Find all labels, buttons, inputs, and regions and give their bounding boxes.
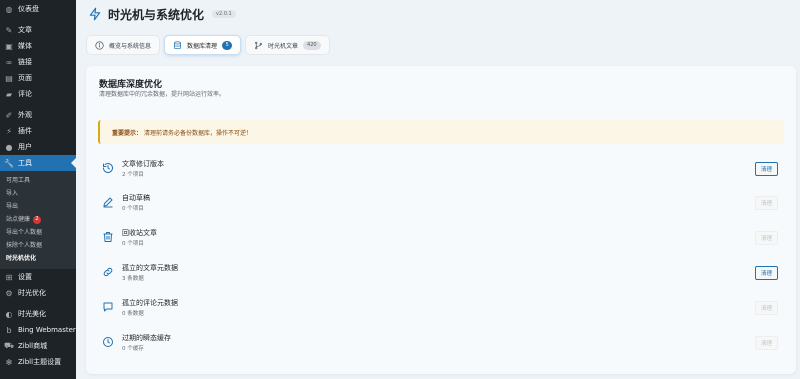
history-icon: [103, 163, 113, 173]
cleanup-row-orphan-postmeta: 孤立的文章元数据 3 条数据 清理: [98, 258, 784, 286]
admin-sidebar: ◍ 仪表盘 ✎ 文章 ▣ 媒体 ∞ 链接 ▤ 页面 ▰ 评论 ✐ 外观 ⚡ 插件 ● 用户 🔧 工具…: [0, 0, 76, 379]
database-icon: [174, 40, 181, 49]
cleanup-button[interactable]: 清理: [755, 196, 778, 210]
sidebar-item-links[interactable]: ∞ 链接: [0, 54, 76, 70]
tab-count-badge: 5: [222, 40, 233, 50]
sidebar-item-tools[interactable]: 🔧 工具: [0, 155, 76, 171]
submenu-export[interactable]: 导出: [0, 200, 76, 213]
submenu-export-personal-data[interactable]: 导出个人数据: [0, 226, 76, 239]
bing-icon: b: [6, 325, 12, 335]
notice-text: 清理前请务必备份数据库，操作不可逆！: [144, 129, 253, 137]
cleanup-button[interactable]: 清理: [755, 162, 778, 176]
sidebar-item-zibll-settings[interactable]: ✻ Zibll主题设置: [0, 354, 76, 370]
sidebar-item-plugins[interactable]: ⚡ 插件: [0, 123, 76, 139]
submenu-site-health[interactable]: 站点健康 2: [0, 213, 76, 226]
sidebar-item-zibll-shop[interactable]: ⛟ Zibll商城: [0, 338, 76, 354]
pencil-icon: [103, 197, 113, 208]
info-icon: [95, 40, 104, 50]
database-optimize-card: 数据库深度优化 清理数据库中的冗余数据，提升网站运行效率。 重要提示： 清理前请…: [86, 66, 796, 374]
dashboard-icon: ◍: [5, 4, 13, 14]
cleanup-row-expired-transients: 过期的瞬态缓存 0 个缓存 清理: [98, 328, 784, 356]
page-icon: ▤: [5, 73, 13, 83]
sidebar-item-time-optimize[interactable]: ⚙ 时光优化: [0, 285, 76, 301]
settings-icon: ⊞: [5, 272, 13, 282]
bolt-icon: [89, 7, 101, 21]
branch-icon: [255, 41, 262, 49]
tab-database-cleanup[interactable]: 数据库清理 5: [164, 35, 242, 55]
sidebar-item-users[interactable]: ● 用户: [0, 139, 76, 155]
user-icon: ●: [5, 142, 13, 152]
version-badge: v2.0.1: [212, 10, 236, 18]
site-health-badge: 2: [33, 215, 42, 224]
sidebar-item-time-beautify[interactable]: ◐ 时光美化: [0, 306, 76, 322]
row-count: 0 个缓存: [122, 345, 144, 352]
warning-notice: 重要提示： 清理前请务必备份数据库，操作不可逆！: [98, 120, 784, 144]
cleanup-row-trash: 回收站文章 0 个项目 清理: [98, 223, 784, 251]
plugin-icon: ⚡: [6, 126, 12, 136]
cleanup-row-revisions: 文章修订版本 2 个项目 清理: [98, 154, 784, 182]
sidebar-item-bing-webmaster[interactable]: b Bing Webmaster: [0, 322, 76, 338]
row-title: 回收站文章: [122, 228, 157, 237]
sidebar-item-settings[interactable]: ⊞ 设置: [0, 269, 76, 285]
cleanup-button[interactable]: 清理: [755, 231, 778, 245]
submenu-erase-personal-data[interactable]: 抹除个人数据: [0, 239, 76, 252]
submenu-available-tools[interactable]: 可用工具: [0, 174, 76, 187]
wrench-icon: 🔧: [4, 158, 14, 168]
row-title: 自动草稿: [122, 193, 150, 202]
row-title: 文章修订版本: [122, 159, 164, 168]
gear-icon: ⚙: [5, 288, 13, 298]
page-title: 时光机与系统优化: [108, 7, 205, 22]
pin-icon: ✎: [5, 25, 13, 35]
cog-icon: ✻: [5, 357, 13, 367]
cleanup-row-auto-drafts: 自动草稿 0 个项目 清理: [98, 188, 784, 216]
row-count: 0 个项目: [122, 205, 144, 212]
row-count: 0 条数据: [122, 310, 144, 317]
tab-bar: 概览与系统信息 数据库清理 5 时光机文章 420: [86, 35, 330, 55]
comment-icon: [103, 302, 113, 312]
brush-icon: ✐: [5, 110, 13, 120]
row-title: 孤立的评论元数据: [122, 298, 178, 307]
cart-icon: ⛟: [3, 341, 15, 350]
notice-strong: 重要提示：: [112, 129, 143, 137]
tab-count-badge: 420: [303, 40, 321, 50]
sidebar-item-media[interactable]: ▣ 媒体: [0, 38, 76, 54]
row-title: 过期的瞬态缓存: [122, 333, 171, 342]
cleanup-row-orphan-commentmeta: 孤立的评论元数据 0 条数据 清理: [98, 293, 784, 321]
clock-icon: [103, 337, 113, 347]
card-description: 清理数据库中的冗余数据，提升网站运行效率。: [99, 91, 226, 98]
cleanup-button[interactable]: 清理: [755, 336, 778, 350]
cleanup-button[interactable]: 清理: [755, 266, 778, 280]
tab-overview[interactable]: 概览与系统信息: [86, 35, 161, 55]
row-count: 0 个项目: [122, 240, 144, 247]
sidebar-item-posts[interactable]: ✎ 文章: [0, 22, 76, 38]
row-count: 2 个项目: [122, 171, 144, 178]
palette-icon: ◐: [5, 309, 13, 319]
submenu-timemachine-optimize[interactable]: 时光机优化: [0, 252, 76, 265]
submenu-import[interactable]: 导入: [0, 187, 76, 200]
link-icon: [103, 267, 113, 277]
link-icon: ∞: [5, 57, 13, 67]
tools-submenu: 可用工具 导入 导出 站点健康 2 导出个人数据 抹除个人数据 时光机优化: [0, 171, 76, 269]
trash-icon: [103, 232, 113, 242]
comment-icon: ▰: [5, 89, 13, 99]
sidebar-item-pages[interactable]: ▤ 页面: [0, 70, 76, 86]
tab-timemachine-posts[interactable]: 时光机文章 420: [245, 35, 330, 55]
media-icon: ▣: [5, 41, 13, 51]
cleanup-button[interactable]: 清理: [755, 301, 778, 315]
row-title: 孤立的文章元数据: [122, 263, 178, 272]
sidebar-item-dashboard[interactable]: ◍ 仪表盘: [0, 1, 76, 17]
sidebar-item-comments[interactable]: ▰ 评论: [0, 86, 76, 102]
row-count: 3 条数据: [122, 275, 144, 282]
sidebar-item-appearance[interactable]: ✐ 外观: [0, 107, 76, 123]
page-header: 时光机与系统优化 v2.0.1: [88, 6, 236, 22]
